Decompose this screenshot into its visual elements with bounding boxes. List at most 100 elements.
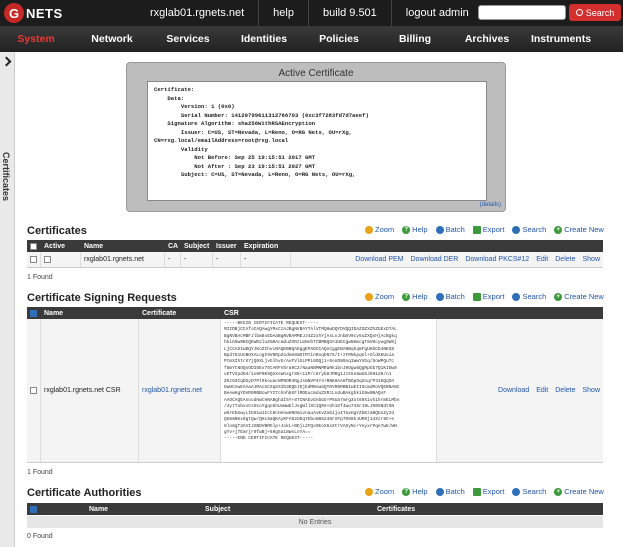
csr-actions: Download Edit Delete Show — [437, 319, 603, 462]
row-checkbox[interactable] — [27, 252, 41, 267]
delete-link[interactable]: Delete — [555, 387, 575, 394]
delete-link[interactable]: Delete — [555, 256, 575, 263]
menu-services[interactable]: Services — [152, 26, 224, 52]
col-issuer[interactable]: Issuer — [213, 240, 241, 252]
download-pem-link[interactable]: Download PEM — [355, 256, 403, 263]
col-name[interactable]: Name — [41, 503, 181, 515]
select-all-checkbox[interactable] — [27, 503, 41, 515]
col-name[interactable]: Name — [81, 240, 165, 252]
select-all-checkbox[interactable] — [27, 307, 41, 319]
show-link[interactable]: Show — [582, 387, 600, 394]
search-button-label: Search — [585, 7, 615, 18]
download-der-link[interactable]: Download DER — [411, 256, 459, 263]
ca-toolbar: Zoom ? Help Batch Export Search + Create N… — [357, 487, 604, 496]
no-entries-row: No Entries — [27, 516, 603, 528]
cert-subject: - — [181, 252, 213, 267]
active-certificate-text[interactable]: Certificate: Data: Version: 1 (0x0) Seri… — [147, 81, 487, 201]
rgnets-logo[interactable]: G NETS — [4, 3, 76, 23]
plus-icon: + — [554, 487, 563, 496]
search-label: Search — [522, 225, 547, 234]
csr-certificate-link[interactable]: rxglab01.rgnets.net — [139, 319, 221, 462]
menu-archives[interactable]: Archives — [456, 26, 518, 52]
create-label: Create New — [564, 292, 604, 301]
menu-network[interactable]: Network — [72, 26, 152, 52]
zoom-button[interactable]: Zoom — [365, 487, 394, 496]
select-all-checkbox[interactable] — [27, 240, 41, 252]
search-table-button[interactable]: Search — [512, 225, 546, 234]
logo-g-icon: G — [4, 3, 24, 23]
export-button[interactable]: Export — [472, 487, 505, 496]
help-link[interactable]: help — [258, 0, 308, 26]
help-label: Help — [412, 487, 428, 496]
table-row: rxglab01.rgnets.net - - - - Download PEM… — [27, 252, 603, 268]
chevron-right-icon[interactable] — [1, 56, 12, 67]
details-link[interactable]: (details) — [480, 202, 501, 208]
col-certificates[interactable]: Certificates — [329, 503, 449, 515]
export-button[interactable]: Export — [472, 292, 504, 301]
certificates-title: Certificates — [27, 225, 87, 237]
help-button[interactable]: ? Help — [402, 487, 428, 496]
col-subject[interactable]: Subject — [181, 240, 213, 252]
host-link[interactable]: rxglab01.rgnets.net — [136, 0, 258, 26]
zoom-icon — [365, 225, 373, 234]
col-subject[interactable]: Subject — [181, 503, 329, 515]
edit-link[interactable]: Edit — [536, 387, 548, 394]
help-button[interactable]: ? Help — [402, 292, 428, 301]
menu-identities[interactable]: Identities — [224, 26, 304, 52]
menu-system[interactable]: System — [0, 26, 72, 52]
col-ca[interactable]: CA — [165, 240, 181, 252]
download-link[interactable]: Download — [498, 387, 529, 394]
checkbox-icon — [30, 387, 37, 394]
top-nav: rxglab01.rgnets.net help build 9.501 log… — [136, 0, 483, 26]
col-certificate[interactable]: Certificate — [139, 307, 221, 319]
row-checkbox[interactable] — [27, 319, 41, 462]
certificates-found-count: 1 Found — [27, 274, 53, 281]
zoom-label: Zoom — [375, 487, 395, 496]
batch-button[interactable]: Batch — [435, 487, 465, 496]
cert-expiration: - — [241, 252, 291, 267]
col-csr[interactable]: CSR — [221, 307, 301, 319]
search-input[interactable] — [478, 5, 566, 20]
csr-table-header: Name Certificate CSR — [27, 307, 603, 319]
main-menu: System Network Services Identities Polic… — [0, 26, 623, 52]
zoom-button[interactable]: Zoom — [365, 225, 394, 234]
batch-label: Batch — [445, 487, 465, 496]
help-icon: ? — [402, 225, 411, 234]
csr-found-count: 1 Found — [27, 469, 53, 476]
help-button[interactable]: ? Help — [402, 225, 428, 234]
logout-link[interactable]: logout admin — [390, 0, 483, 26]
menu-billing[interactable]: Billing — [374, 26, 456, 52]
batch-button[interactable]: Batch — [435, 225, 465, 234]
edit-link[interactable]: Edit — [536, 256, 548, 263]
zoom-label: Zoom — [375, 292, 395, 301]
plus-icon: + — [554, 225, 563, 234]
help-label: Help — [412, 292, 428, 301]
sidebar-label[interactable]: Certificates — [1, 152, 11, 201]
create-new-button[interactable]: + Create New — [554, 487, 604, 496]
export-button[interactable]: Export — [472, 225, 504, 234]
build-link[interactable]: build 9.501 — [307, 0, 391, 26]
col-active[interactable]: Active — [41, 240, 81, 252]
create-label: Create New — [564, 487, 604, 496]
search-table-button[interactable]: Search — [512, 292, 546, 301]
col-expiration[interactable]: Expiration — [241, 240, 291, 252]
batch-label: Batch — [445, 292, 465, 301]
col-name[interactable]: Name — [41, 307, 139, 319]
export-icon — [472, 487, 481, 496]
certificates-table-header: Active Name CA Subject Issuer Expiration — [27, 240, 603, 252]
zoom-button[interactable]: Zoom — [365, 292, 394, 301]
checkbox-icon — [30, 242, 37, 250]
active-certificate-panel: Active Certificate Certificate: Data: Ve… — [126, 62, 506, 212]
create-new-button[interactable]: + Create New — [554, 225, 604, 234]
search-table-button[interactable]: Search — [512, 487, 546, 496]
download-pkcs12-link[interactable]: Download PKCS#12 — [465, 256, 529, 263]
export-label: Export — [482, 487, 505, 496]
batch-button[interactable]: Batch — [435, 292, 465, 301]
create-new-button[interactable]: + Create New — [554, 292, 604, 301]
menu-instruments[interactable]: Instruments — [518, 26, 604, 52]
batch-icon — [435, 487, 444, 496]
show-link[interactable]: Show — [582, 256, 600, 263]
search-button[interactable]: Search — [569, 4, 621, 21]
menu-policies[interactable]: Policies — [304, 26, 374, 52]
active-checkbox[interactable] — [41, 252, 81, 267]
